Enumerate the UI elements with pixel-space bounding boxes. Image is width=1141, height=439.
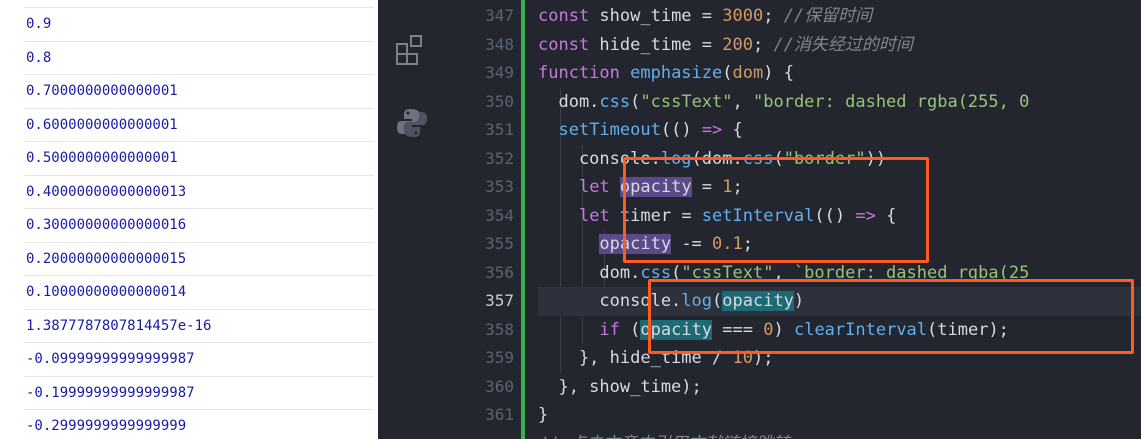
code-token: (	[630, 319, 641, 340]
extensions-icon[interactable]	[395, 33, 429, 67]
code-token: show_time =	[599, 6, 723, 26]
code-token: {	[722, 120, 743, 140]
line-number: 356	[485, 262, 514, 282]
line-number: 347	[485, 6, 514, 25]
code-token: "border: dashed rgba(255, 0	[753, 91, 1030, 112]
code-line[interactable]: }, show_time);	[538, 373, 702, 402]
code-token: setTimeout	[558, 120, 661, 140]
console-row: 0.7000000000000001	[24, 75, 374, 109]
line-number: 357	[485, 291, 514, 310]
line-number: 351	[485, 120, 514, 139]
line-number: 360	[485, 376, 514, 396]
code-token: emphasize	[630, 63, 723, 83]
code-token: const	[538, 6, 600, 26]
console-value: -0.09999999999999987	[26, 351, 195, 368]
code-line[interactable]: }	[538, 401, 548, 430]
code-token: if	[599, 319, 631, 340]
code-token: 200	[722, 34, 753, 55]
line-number: 349	[485, 63, 514, 82]
console-value: -0.2999999999999999	[26, 418, 187, 435]
code-editor: 347 348 349 350 351 352 353 354 355 356 357 358 359 3…	[378, 0, 1141, 439]
console-value: 0.10000000000000014	[26, 284, 187, 301]
code-line-partial: // 点击文章内引用文献链接跳转	[538, 430, 790, 439]
console-value: 0.7000000000000001	[26, 83, 178, 100]
code-token: (	[722, 63, 733, 83]
code-line[interactable]: const hide_time = 200; //消失经过的时间	[538, 31, 913, 60]
line-number: 359	[485, 348, 514, 367]
line-number: 354	[485, 205, 514, 225]
code-token: "cssText"	[640, 91, 733, 112]
code-token: dom	[732, 63, 764, 83]
code-line[interactable]: const show_time = 3000; //保留时间	[538, 2, 872, 31]
console-value: 0.20000000000000015	[26, 250, 187, 267]
code-token: //消失经过的时间	[773, 34, 913, 55]
console-row: 0.30000000000000016	[24, 209, 374, 243]
code-token: 3000	[722, 6, 764, 26]
console-row: -0.19999999999999987	[24, 377, 374, 410]
code-token: //保留时间	[783, 6, 873, 26]
code-token: =>	[701, 120, 723, 140]
console-row: -0.2999999999999999	[24, 410, 374, 439]
code-token: }	[538, 405, 549, 425]
line-number: 355	[485, 234, 514, 253]
git-added-indicator	[521, 0, 525, 439]
console-row: 0.40000000000000013	[24, 176, 374, 209]
code-token: let	[578, 205, 620, 226]
console-row: -0.09999999999999987	[24, 343, 374, 377]
console-value: 0.9	[26, 16, 52, 33]
console-row: 0.5000000000000001	[24, 142, 374, 176]
code-token: ;	[763, 6, 784, 26]
line-number: 358	[485, 319, 514, 339]
code-token: function	[538, 63, 631, 83]
code-token: ,	[732, 91, 753, 112]
console-value: 0.6000000000000001	[26, 116, 178, 133]
activity-bar	[378, 0, 444, 439]
code-token: ;	[752, 34, 774, 55]
console-output-list: 0.9 0.8 0.7000000000000001 0.60000000000000…	[24, 0, 374, 439]
code-token: ) {	[763, 63, 794, 83]
code-line[interactable]: setTimeout(() => {	[538, 116, 743, 145]
code-token: hide_time =	[599, 34, 723, 55]
line-number: 352	[485, 148, 514, 168]
console-value: 0.40000000000000013	[26, 183, 187, 200]
code-token: let	[578, 177, 620, 197]
code-token: const	[538, 34, 600, 55]
highlight-box-declaration	[623, 157, 929, 263]
console-value: 0.30000000000000016	[26, 217, 187, 234]
line-number: 350	[485, 91, 514, 111]
code-token: css	[599, 91, 631, 112]
python-icon[interactable]	[395, 106, 429, 140]
line-number: 348	[485, 34, 514, 54]
code-token: }, show_time);	[538, 376, 702, 397]
code-line[interactable]: dom.css("cssText", "border: dashed rgba(…	[538, 88, 1029, 117]
line-number-gutter: 347 348 349 350 351 352 353 354 355 356 357 358 359 3…	[444, 0, 514, 439]
line-number: 353	[485, 177, 514, 196]
line-number: 361	[485, 405, 514, 424]
screenshot-root: 0.9 0.8 0.7000000000000001 0.60000000000000…	[0, 0, 1141, 439]
console-row: 0.9	[24, 8, 374, 42]
code-token: (()	[660, 120, 702, 140]
console-row: 0.20000000000000015	[24, 243, 374, 276]
console-row: 0.6000000000000001	[24, 109, 374, 142]
code-token: dom.	[538, 91, 600, 112]
console-panel: 0.9 0.8 0.7000000000000001 0.60000000000000…	[0, 0, 378, 439]
console-row: 0.8	[24, 42, 374, 75]
console-value: 0.8	[26, 49, 52, 66]
code-token: dom.	[538, 262, 641, 283]
console-row: 1.3877787807814457e-16	[24, 310, 374, 343]
console-value: 1.3877787807814457e-16	[26, 317, 212, 334]
code-token: (	[630, 91, 641, 112]
highlight-box-log-check	[648, 279, 1134, 354]
console-row-separator	[24, 0, 374, 8]
code-line[interactable]: function emphasize(dom) {	[538, 59, 794, 88]
console-value: -0.19999999999999987	[26, 384, 195, 401]
console-value: 0.5000000000000001	[26, 150, 178, 167]
console-row: 0.10000000000000014	[24, 276, 374, 310]
